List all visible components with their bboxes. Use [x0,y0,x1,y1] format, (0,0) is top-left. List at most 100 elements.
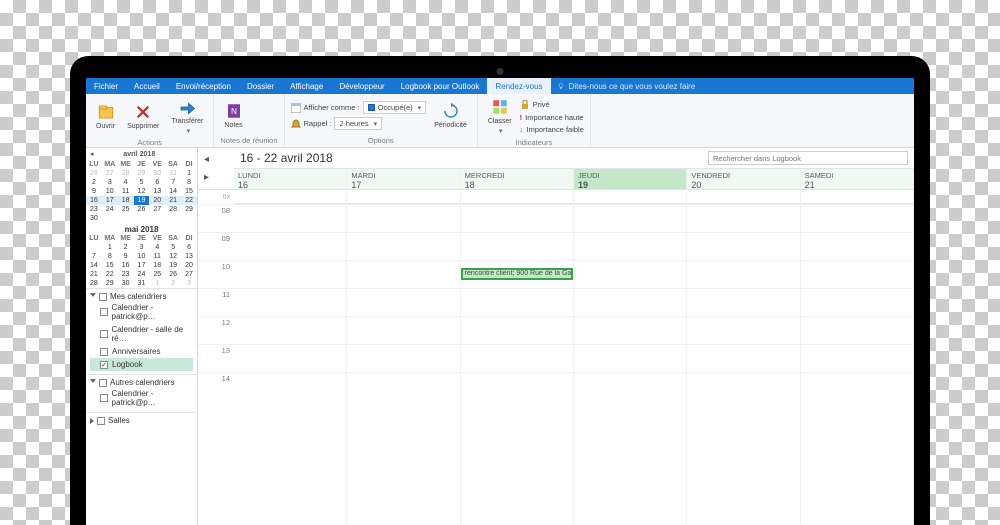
calendar-item[interactable]: Calendrier - salle de ré… [90,323,193,345]
rooms-header[interactable]: Salles [90,416,193,425]
day-column[interactable] [801,190,914,525]
mini-day[interactable]: 10 [102,187,118,196]
other-calendars-checkbox[interactable] [99,379,107,387]
mini-day[interactable]: 6 [181,243,197,252]
mini-day[interactable]: 21 [165,196,181,205]
mini-day[interactable]: 3 [181,279,197,288]
day-header[interactable]: LUNDI16 [234,169,347,189]
mini-day[interactable]: 14 [86,261,102,270]
mini-day[interactable]: 4 [149,243,165,252]
tab-dossier[interactable]: Dossier [239,78,282,94]
mini-day[interactable]: 27 [149,205,165,214]
mini-day[interactable]: 30 [86,214,102,223]
mini-day[interactable]: 2 [165,279,181,288]
mini-day[interactable]: 9 [86,187,102,196]
show-as-row[interactable]: Afficher comme : Occupé(e) [291,101,427,114]
checkbox[interactable] [100,330,108,338]
my-calendars-header[interactable]: Mes calendriers [90,292,193,301]
checkbox[interactable] [100,308,108,316]
my-calendars-checkbox[interactable] [99,293,107,301]
tab-affichage[interactable]: Affichage [282,78,331,94]
day-column[interactable] [574,190,687,525]
mini-day[interactable]: 27 [181,270,197,279]
mini-day[interactable] [181,214,197,223]
mini-day[interactable] [134,214,150,223]
mini-day[interactable]: 29 [134,169,150,178]
tell-me-field[interactable]: Dites-nous ce que vous voulez faire [551,78,702,94]
mini-day[interactable]: 5 [134,178,150,187]
checkbox[interactable] [100,394,108,402]
tab-accueil[interactable]: Accueil [126,78,168,94]
checkbox[interactable] [100,348,108,356]
search-box[interactable] [708,151,908,165]
day-column[interactable] [347,190,460,525]
mini-day[interactable]: 12 [134,187,150,196]
reminder-row[interactable]: Rappel : 2 heures [291,117,427,130]
search-input[interactable] [708,151,908,165]
open-button[interactable]: Ouvrir [92,101,119,132]
calendar-item[interactable]: ✓Logbook [90,358,193,371]
mini-day[interactable]: 24 [102,205,118,214]
mini-day[interactable]: 13 [149,187,165,196]
mini-day[interactable]: 28 [118,169,134,178]
day-header[interactable]: MARDI17 [347,169,460,189]
rooms-checkbox[interactable] [97,417,105,425]
mini-day[interactable]: 18 [118,196,134,205]
mini-day[interactable]: 1 [149,279,165,288]
mini-day[interactable]: 28 [165,205,181,214]
mini-day[interactable]: 19 [165,261,181,270]
mini-day[interactable]: 8 [181,178,197,187]
private-row[interactable]: Privé [520,100,584,110]
day-header[interactable]: SAMEDI21 [801,169,914,189]
mini-day[interactable]: 31 [134,279,150,288]
mini-day[interactable]: 8 [102,252,118,261]
mini-day[interactable]: 2 [86,178,102,187]
mini-calendar-april[interactable]: LUMAMEJEVESADI26272829303112345678910111… [86,160,197,223]
mini-day[interactable]: 12 [165,252,181,261]
appointment[interactable]: rencontre client; 900 Rue de la Gauche … [461,268,573,280]
tab-rendez-vous[interactable]: Rendez-vous [487,78,550,94]
calendar-item[interactable]: Calendrier - patrick@p… [90,301,193,323]
mini-day[interactable]: 25 [118,205,134,214]
mini-day[interactable]: 30 [149,169,165,178]
mini-day[interactable]: 11 [149,252,165,261]
mini-day[interactable]: 17 [134,261,150,270]
mini-day[interactable]: 1 [181,169,197,178]
tab-d-veloppeur[interactable]: Développeur [331,78,392,94]
tab-envoi-r-ception[interactable]: Envoi/réception [168,78,239,94]
mini-day[interactable]: 30 [118,279,134,288]
mini-day[interactable]: 15 [102,261,118,270]
importance-high-row[interactable]: ! Importance haute [520,113,584,122]
mini-day[interactable]: 23 [118,270,134,279]
mini-day[interactable]: 21 [86,270,102,279]
mini-day[interactable]: 27 [102,169,118,178]
day-header[interactable]: VENDREDI20 [687,169,800,189]
mini-day[interactable] [86,243,102,252]
mini-day[interactable]: 9 [118,252,134,261]
show-as-value[interactable]: Occupé(e) [363,101,427,114]
mini-day[interactable]: 15 [181,187,197,196]
mini-day[interactable]: 7 [165,178,181,187]
delete-button[interactable]: Supprimer [123,101,163,132]
mini-day[interactable]: 22 [181,196,197,205]
mini-day[interactable]: 16 [118,261,134,270]
mini-day[interactable]: 20 [181,261,197,270]
mini-day[interactable]: 17 [102,196,118,205]
mini-day[interactable] [165,214,181,223]
mini-day[interactable]: 3 [102,178,118,187]
mini-day[interactable]: 13 [181,252,197,261]
notes-button[interactable]: N Notes [220,100,246,131]
mini-day[interactable]: 14 [165,187,181,196]
classify-button[interactable]: Classer [484,96,516,137]
mini-day[interactable]: 4 [118,178,134,187]
prev-month-button[interactable]: ◂ [90,150,94,158]
mini-day[interactable]: 11 [118,187,134,196]
mini-day[interactable] [118,214,134,223]
mini-day[interactable] [149,214,165,223]
mini-day[interactable]: 25 [149,270,165,279]
day-column[interactable] [234,190,347,525]
calendar-item[interactable]: Anniversaires [90,345,193,358]
calendar-item[interactable]: Calendrier - patrick@p… [90,387,193,409]
mini-day[interactable]: 19 [134,196,150,205]
reminder-value[interactable]: 2 heures [334,117,382,130]
